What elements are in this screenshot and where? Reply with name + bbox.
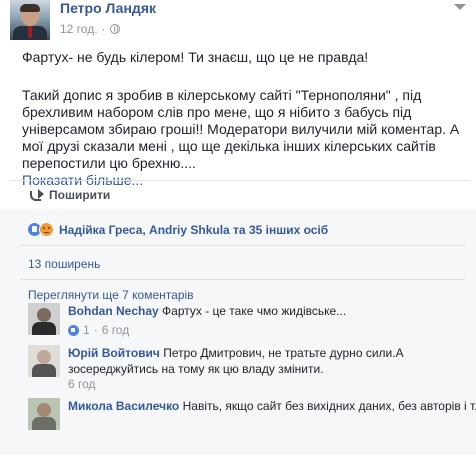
separator-dot: · (101, 22, 106, 36)
like-icon (68, 324, 79, 336)
chevron-down-icon[interactable] (454, 4, 466, 10)
post-text: Фартух- не будь кілером! Ти знаєш, що це… (22, 49, 462, 189)
author-name[interactable]: Петро Ландяк (60, 0, 156, 16)
post-text-paragraph: Такий допис я зробив в кілерському сайті… (22, 87, 460, 188)
globe-icon (109, 24, 120, 34)
comment-item: Микола Василечко Навіть, якщо сайт без в… (28, 398, 476, 430)
comment-item: Юрій Войтович Петро Дмитрович, не тратьт… (28, 345, 473, 391)
reactions-summary[interactable]: Надійка Греса, Andriy Shkula та 35 інших… (27, 222, 328, 237)
facebook-post: Петро Ландяк 12 год. · Фартух- не будь к… (0, 0, 476, 455)
share-button[interactable]: Поширити (30, 188, 110, 202)
comment-likes[interactable]: 1 (83, 323, 90, 337)
shares-count[interactable]: 13 поширень (28, 257, 100, 271)
comment-body: Юрій Войтович Петро Дмитрович, не тратьт… (68, 345, 468, 377)
view-more-comments-link[interactable]: Переглянути ще 7 коментарів (28, 288, 194, 302)
share-label: Поширити (49, 188, 111, 202)
divider (10, 180, 470, 181)
post-meta: 12 год. · (60, 22, 120, 36)
comment-body: Bohdan Nechay Фартух - це таке чмо жидів… (68, 303, 468, 319)
author-avatar[interactable] (10, 0, 50, 40)
commenter-name[interactable]: Юрій Войтович (68, 346, 160, 360)
comment-time[interactable]: 6 год (102, 323, 130, 337)
post-timestamp[interactable]: 12 год. (60, 22, 98, 36)
post-header: Петро Ландяк 12 год. · (10, 0, 470, 40)
angry-reaction-icon (39, 222, 54, 237)
comment-meta: 6 год (68, 377, 96, 391)
commenter-avatar[interactable] (28, 398, 60, 430)
comment-text: Навіть, якщо сайт без вихідних даних, бе… (182, 399, 476, 413)
separator-dot: · (93, 323, 98, 337)
comment-text: Фартух - це таке чмо жидівське... (162, 304, 347, 318)
comment-time[interactable]: 6 год (68, 377, 96, 391)
commenter-name[interactable]: Bohdan Nechay (68, 304, 159, 318)
comment-body: Микола Василечко Навіть, якщо сайт без в… (68, 398, 476, 414)
comment-meta: 1 · 6 год (68, 323, 129, 337)
divider (20, 245, 465, 246)
commenter-avatar[interactable] (28, 345, 60, 377)
reactions-text[interactable]: Надійка Греса, Andriy Shkula та 35 інших… (59, 223, 328, 237)
post-text-line1: Фартух- не будь кілером! Ти знаєш, що це… (22, 49, 369, 65)
commenter-name[interactable]: Микола Василечко (68, 399, 179, 413)
commenter-avatar[interactable] (28, 303, 60, 335)
share-icon (30, 189, 44, 201)
divider (20, 279, 465, 280)
comment-item: Bohdan Nechay Фартух - це таке чмо жидів… (28, 303, 473, 341)
